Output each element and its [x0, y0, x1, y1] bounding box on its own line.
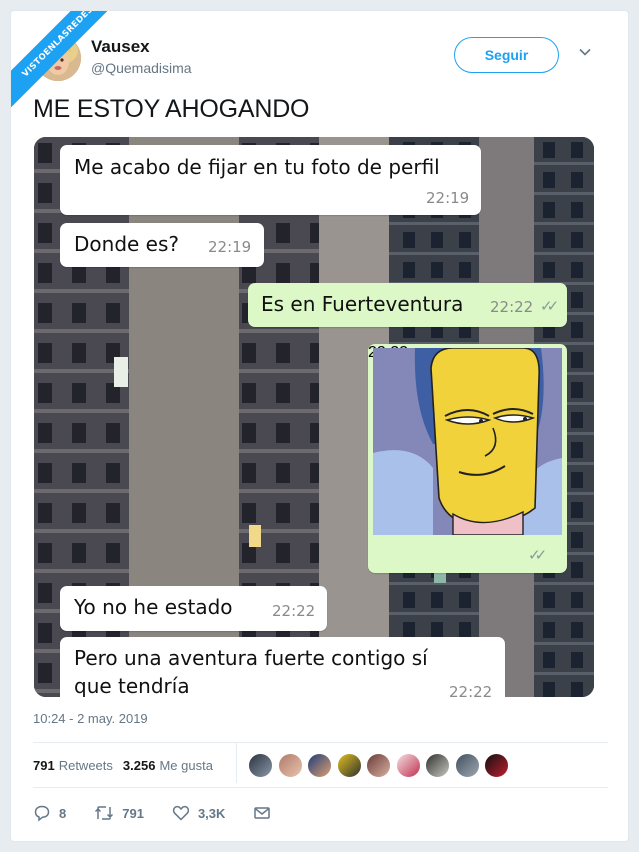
message-time: 22:19	[426, 189, 470, 207]
user-name[interactable]: Vausex	[91, 37, 150, 57]
follow-button[interactable]: Seguir	[454, 37, 559, 73]
tweet-text: ME ESTOY AHOGANDO	[33, 95, 310, 123]
avatar[interactable]	[484, 753, 509, 778]
avatar[interactable]	[336, 753, 362, 778]
tweet-actions: 8 791 3,3K	[33, 801, 307, 825]
message-text: Yo no he estado	[74, 595, 233, 619]
retweets-stat[interactable]: 791 Retweets	[33, 758, 113, 773]
message-time: 22:22	[449, 683, 493, 697]
avatar[interactable]	[395, 753, 421, 778]
tweet-card: VISTOENLASREDES Vausex @Quemadisima Segu…	[10, 10, 629, 842]
chevron-down-icon[interactable]	[578, 45, 592, 59]
chat-message: Yo no he estado 22:22	[60, 586, 327, 631]
retweets-label: Retweets	[58, 757, 113, 773]
avatar[interactable]	[307, 753, 332, 778]
read-receipt-icon: ✓✓	[528, 547, 547, 564]
avatar[interactable]	[366, 753, 391, 778]
like-button[interactable]: 3,3K	[172, 804, 225, 822]
reply-icon	[34, 805, 50, 822]
tweet-media[interactable]: Me acabo de fijar en tu foto de perfil 2…	[34, 137, 594, 697]
envelope-icon	[254, 807, 271, 819]
retweet-button[interactable]: 791	[94, 804, 144, 822]
tweet-stats: 791 Retweets 3.256 Me gusta	[33, 743, 223, 787]
user-handle[interactable]: @Quemadisima	[91, 60, 192, 76]
likes-count: 3.256	[122, 757, 156, 773]
avatar[interactable]	[277, 753, 303, 778]
message-text: Pero una aventura fuerte contigo sí que …	[74, 646, 428, 697]
likes-stat[interactable]: 3.256 Me gusta	[123, 758, 213, 773]
chat-message: Donde es? 22:19	[60, 223, 264, 267]
direct-message-button[interactable]	[253, 804, 279, 822]
message-time: 22:22	[490, 298, 534, 316]
retweets-count: 791	[33, 757, 55, 773]
message-time: 22:19	[208, 238, 252, 256]
heart-icon	[172, 805, 190, 821]
message-text: Es en Fuerteventura	[261, 292, 464, 316]
chat-message: Pero una aventura fuerte contigo sí que …	[60, 637, 505, 697]
like-count: 3,3K	[197, 805, 226, 821]
likes-label: Me gusta	[159, 757, 213, 773]
divider	[33, 787, 608, 788]
avatar[interactable]	[425, 753, 450, 778]
liker-avatars	[248, 753, 514, 778]
message-text: Me acabo de fijar en tu foto de perfil	[74, 155, 440, 179]
retweet-count: 791	[122, 805, 144, 821]
message-time: 22:22	[272, 602, 316, 620]
chat-image-message[interactable]: 22:22 ✓✓	[368, 344, 567, 573]
reply-count: 8	[59, 805, 67, 821]
tweet-timestamp[interactable]: 10:24 - 2 may. 2019	[33, 711, 148, 726]
chat-message: Es en Fuerteventura 22:22 ✓✓	[248, 283, 567, 327]
chat-message: Me acabo de fijar en tu foto de perfil 2…	[60, 145, 481, 215]
marge-simpson-icon	[373, 348, 562, 535]
message-text: Donde es?	[74, 232, 180, 256]
read-receipt-icon: ✓✓	[540, 297, 559, 315]
avatar[interactable]	[248, 753, 273, 778]
stats-separator	[236, 743, 237, 783]
reply-button[interactable]: 8	[33, 804, 66, 822]
avatar[interactable]	[454, 753, 480, 778]
retweet-icon	[95, 806, 114, 820]
